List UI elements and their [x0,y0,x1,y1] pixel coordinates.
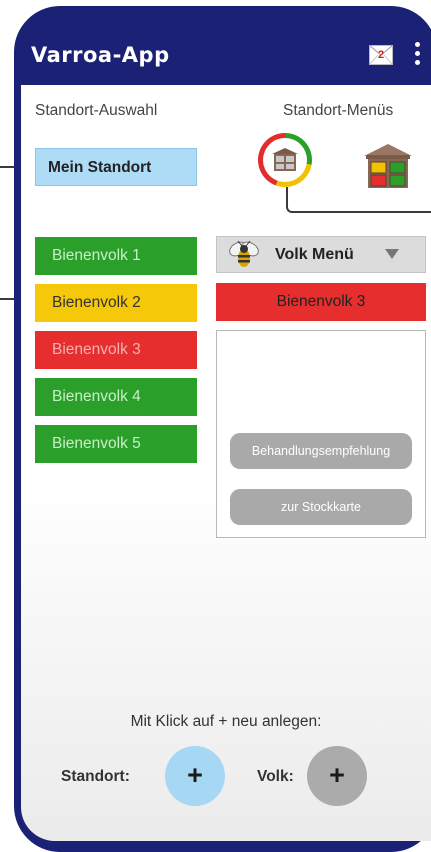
beehive-icon [272,148,298,171]
colony-label: Bienenvolk 3 [52,341,141,358]
volk-menu-panel: Behandlungsempfehlung zur Stockkarte [216,330,426,538]
standort-select-button[interactable]: Mein Standort [35,148,197,186]
colony-item-1[interactable]: Bienenvolk 1 [35,237,197,275]
mail-icon[interactable]: 2 [369,45,393,65]
create-hint: Mit Klick auf + neu anlegen: [130,713,322,730]
bee-icon [229,240,259,267]
add-volk-label: Volk: [257,768,294,785]
standort-auswahl-label: Standort-Auswahl [35,102,158,119]
app-screen: Varroa-App 2 Standort-Auswahl Standort-M… [21,29,431,841]
selected-colony-label: Bienenvolk 3 [276,293,366,310]
standort-menu-hive-selected[interactable] [258,133,312,187]
colony-label: Bienenvolk 2 [52,294,141,311]
volk-menu-dropdown[interactable]: Volk Menü [216,236,426,273]
treatment-recommendation-button[interactable]: Behandlungsempfehlung [230,433,412,469]
colony-label: Bienenvolk 5 [52,435,141,452]
selected-colony-banner: Bienenvolk 3 [216,283,426,321]
app-bar: Varroa-App 2 [21,29,431,85]
standort-menu-hive-icon[interactable] [364,144,412,190]
chevron-down-icon [385,249,399,259]
add-standort-label: Standort: [61,768,130,785]
colony-item-2[interactable]: Bienenvolk 2 [35,284,197,322]
colony-item-4[interactable]: Bienenvolk 4 [35,378,197,416]
standort-menus-label: Standort-Menüs [283,102,394,119]
colony-label: Bienenvolk 4 [52,388,141,405]
stock-card-button[interactable]: zur Stockkarte [230,489,412,525]
add-standort-button[interactable]: + [165,746,225,806]
notification-count: 2 [377,49,385,61]
colony-label: Bienenvolk 1 [52,247,141,264]
app-title: Varroa-App [31,43,170,67]
add-volk-button[interactable]: + [307,746,367,806]
standort-name: Mein Standort [48,159,152,176]
colony-item-3[interactable]: Bienenvolk 3 [35,331,197,369]
hive-connector-line [286,187,431,213]
volk-menu-label: Volk Menü [275,246,354,263]
colony-item-5[interactable]: Bienenvolk 5 [35,425,197,463]
overflow-menu-icon[interactable] [414,42,422,72]
